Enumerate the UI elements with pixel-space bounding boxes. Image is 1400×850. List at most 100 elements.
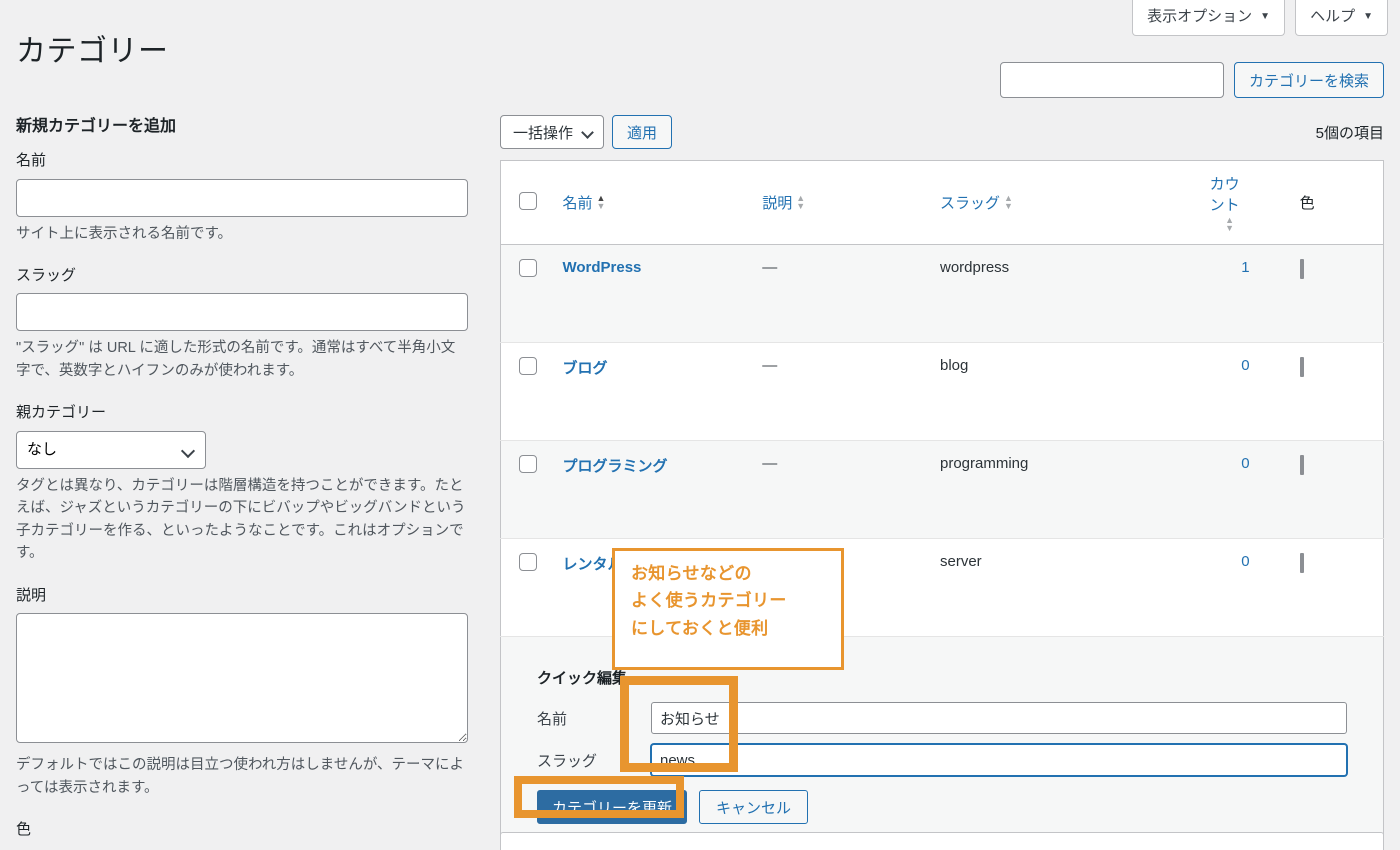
column-header-description[interactable]: 説明 ▲ ▼ <box>752 160 930 245</box>
category-list-panel: 一括操作 適用 5個の項目 名前 ▲ ▼ 説明 ▲ ▼ スラッグ ▲ ▼ カウン… <box>500 112 1384 850</box>
table-row: プログラミング — programming 0 <box>500 440 1384 539</box>
help-label: ヘルプ <box>1310 8 1356 25</box>
categories-table: 名前 ▲ ▼ 説明 ▲ ▼ スラッグ ▲ ▼ カウント ▲ ▼ 色 WordPr… <box>500 160 1384 850</box>
quick-edit-actions: カテゴリーを更新 キャンセル <box>537 790 1347 824</box>
description-label: 説明 <box>16 586 47 604</box>
row-select-checkbox[interactable] <box>519 259 537 277</box>
row-slug-cell: wordpress <box>929 244 1200 343</box>
name-help-text: サイト上に表示される名前です。 <box>16 225 233 242</box>
description-textarea[interactable] <box>16 613 468 744</box>
category-count-link[interactable]: 0 <box>1241 553 1249 570</box>
category-name-link[interactable]: ブログ <box>562 360 607 377</box>
row-color-cell <box>1289 342 1384 441</box>
update-category-button[interactable]: カテゴリーを更新 <box>537 790 688 824</box>
add-category-form: 新規カテゴリーを追加 名前 サイト上に表示される名前です。 スラッグ "スラッグ… <box>16 112 468 848</box>
table-header-row: 名前 ▲ ▼ 説明 ▲ ▼ スラッグ ▲ ▼ カウント ▲ ▼ 色 <box>500 160 1384 245</box>
page-title: カテゴリー <box>16 35 169 69</box>
row-name-cell: プログラミング <box>552 440 753 539</box>
column-header-name[interactable]: 名前 ▲ ▼ <box>552 160 753 245</box>
parent-help-text: タグとは異なり、カテゴリーは階層構造を持つことができます。たとえば、ジャズという… <box>16 477 466 562</box>
row-checkbox-cell <box>500 440 553 539</box>
color-swatch-icon <box>1299 455 1304 475</box>
column-header-slug[interactable]: スラッグ ▲ ▼ <box>929 160 1200 245</box>
name-input[interactable] <box>16 178 468 217</box>
select-all-checkbox[interactable] <box>519 191 537 210</box>
apply-bulk-action-button[interactable]: 適用 <box>612 115 673 149</box>
slug-input[interactable] <box>16 293 468 332</box>
sort-by-name-link[interactable]: 名前 ▲ ▼ <box>562 192 605 213</box>
row-count-cell: 1 <box>1199 244 1290 343</box>
column-header-count[interactable]: カウント ▲ ▼ <box>1199 160 1290 245</box>
row-select-checkbox[interactable] <box>519 455 537 473</box>
table-footer-strip <box>500 832 1384 850</box>
categories-table-head: 名前 ▲ ▼ 説明 ▲ ▼ スラッグ ▲ ▼ カウント ▲ ▼ 色 <box>500 160 1384 245</box>
category-name-link[interactable]: プログラミング <box>562 458 667 475</box>
quick-edit-slug-input[interactable] <box>651 744 1347 776</box>
row-checkbox-cell <box>500 244 553 343</box>
column-header-name-label: 名前 <box>562 195 593 212</box>
category-count-link[interactable]: 1 <box>1241 259 1249 276</box>
annotation-line-1: お知らせなどの <box>631 564 752 583</box>
sort-by-description-link[interactable]: 説明 ▲ ▼ <box>762 192 805 213</box>
search-form: カテゴリーを検索 <box>999 62 1384 98</box>
row-name-cell: WordPress <box>552 244 753 343</box>
row-slug-cell: blog <box>929 342 1200 441</box>
annotation-line-3: にしておくと便利 <box>631 618 769 638</box>
row-description-cell: — <box>752 342 930 441</box>
quick-edit-name-field: 名前 <box>537 702 1347 734</box>
color-label: 色 <box>16 821 32 839</box>
table-row: WordPress — wordpress 1 <box>500 244 1384 343</box>
row-description-cell: — <box>752 440 930 539</box>
item-count-text: 5個の項目 <box>1315 124 1384 142</box>
table-row: ブログ — blog 0 <box>500 342 1384 441</box>
sort-by-count-link[interactable]: カウント ▲ ▼ <box>1210 173 1250 233</box>
row-select-checkbox[interactable] <box>519 357 537 375</box>
row-checkbox-cell <box>500 342 553 441</box>
page-root: 表示オプション ▼ ヘルプ ▼ カテゴリー カテゴリーを検索 新規カテゴリーを追… <box>0 0 1400 850</box>
name-label: 名前 <box>16 152 47 169</box>
slug-help-text: "スラッグ" は URL に適した形式の名前です。通常はすべて半角小文字で、英数… <box>16 340 456 379</box>
quick-edit-form: クイック編集 名前 スラッグ カテゴリーを更新 <box>511 651 1373 844</box>
search-input[interactable] <box>999 62 1224 98</box>
row-name-cell: ブログ <box>552 342 753 441</box>
quick-edit-slug-label: スラッグ <box>537 752 598 770</box>
parent-category-select[interactable]: なし <box>16 430 206 469</box>
search-categories-button[interactable]: カテゴリーを検索 <box>1233 62 1384 98</box>
sort-by-slug-link[interactable]: スラッグ ▲ ▼ <box>940 192 1013 213</box>
row-slug-cell: server <box>929 538 1200 637</box>
parent-category-select-wrap: なし <box>16 430 206 469</box>
bulk-actions-select[interactable]: 一括操作 <box>500 115 605 149</box>
color-swatch-icon <box>1299 553 1304 573</box>
category-count-link[interactable]: 0 <box>1241 455 1249 472</box>
bulk-actions-label: 一括操作 <box>513 124 574 142</box>
quick-edit-name-input[interactable] <box>651 702 1347 734</box>
row-select-checkbox[interactable] <box>519 553 537 571</box>
row-checkbox-cell <box>500 538 553 637</box>
help-button[interactable]: ヘルプ ▼ <box>1295 0 1388 36</box>
column-header-description-label: 説明 <box>762 195 793 212</box>
category-name-link[interactable]: WordPress <box>562 259 641 276</box>
row-color-cell <box>1289 244 1384 343</box>
annotation-callout: お知らせなどの よく使うカテゴリー にしておくと便利 <box>612 548 844 670</box>
sort-arrows-icon: ▲ ▼ <box>1004 193 1013 211</box>
screen-options-label: 表示オプション <box>1147 8 1253 25</box>
category-count-link[interactable]: 0 <box>1241 357 1249 374</box>
screen-options-button[interactable]: 表示オプション ▼ <box>1132 0 1286 36</box>
slug-label: スラッグ <box>16 266 77 284</box>
row-count-cell: 0 <box>1199 538 1290 637</box>
quick-edit-title: クイック編集 <box>537 670 628 687</box>
screen-meta-links: 表示オプション ▼ ヘルプ ▼ <box>1132 0 1388 36</box>
row-count-cell: 0 <box>1199 342 1290 441</box>
row-description-cell: — <box>752 244 930 343</box>
parent-category-label: 親カテゴリー <box>16 404 107 422</box>
chevron-down-icon: ▼ <box>1260 10 1271 22</box>
select-all-header <box>500 160 553 245</box>
row-color-cell <box>1289 440 1384 539</box>
cancel-quick-edit-button[interactable]: キャンセル <box>699 790 809 824</box>
color-swatch-icon <box>1299 259 1304 279</box>
description-help-text: デフォルトではこの説明は目立つ使われ方はしませんが、テーマによっては表示されます… <box>16 757 465 796</box>
chevron-down-icon: ▼ <box>1363 10 1373 22</box>
sort-arrows-icon: ▲ ▼ <box>1225 215 1235 233</box>
sort-arrows-icon: ▲ ▼ <box>596 193 606 211</box>
sort-arrows-icon: ▲ ▼ <box>796 193 806 211</box>
